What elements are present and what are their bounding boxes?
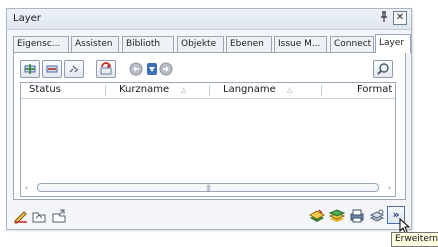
tab-issue-manager[interactable]: Issue M... bbox=[274, 36, 327, 52]
column-divider[interactable] bbox=[321, 85, 322, 96]
tab-objekte[interactable]: Objekte bbox=[177, 36, 224, 52]
tab-ebenen[interactable]: Ebenen bbox=[226, 36, 272, 52]
nav-back-icon bbox=[129, 62, 143, 76]
search-icon bbox=[377, 63, 389, 75]
layer-tab-content: Status Kurzname △ Langname △ Format ‹ ||… bbox=[13, 53, 406, 200]
sort-icon: △ bbox=[287, 86, 293, 94]
pin-icon[interactable] bbox=[379, 11, 389, 26]
refresh-button[interactable] bbox=[96, 60, 116, 78]
nav-forward-icon bbox=[159, 62, 173, 76]
layers-icon[interactable] bbox=[308, 208, 326, 224]
layer-panel: Layer ✕ Eigensc... Assisten Biblioth Obj… bbox=[6, 8, 412, 230]
scroll-right-icon[interactable]: › bbox=[388, 182, 391, 193]
folder-icon[interactable] bbox=[31, 208, 47, 224]
settings-icon[interactable] bbox=[369, 208, 385, 224]
column-divider[interactable] bbox=[209, 85, 210, 96]
link-button[interactable] bbox=[64, 60, 84, 78]
close-button[interactable]: ✕ bbox=[393, 11, 407, 25]
layer-table: Status Kurzname △ Langname △ Format ‹ ||… bbox=[20, 82, 396, 197]
bottom-toolbar: » bbox=[7, 201, 411, 229]
remove-layer-icon bbox=[46, 65, 58, 73]
search-button[interactable] bbox=[373, 60, 393, 78]
scrollbar-thumb[interactable]: ||| bbox=[37, 183, 379, 192]
tab-assistenten[interactable]: Assisten bbox=[71, 36, 119, 52]
tab-connect[interactable]: Connect bbox=[330, 36, 374, 52]
scroll-left-icon[interactable]: ‹ bbox=[25, 182, 28, 193]
grip-icon: ||| bbox=[205, 184, 211, 192]
panel-title: Layer bbox=[13, 13, 41, 24]
tooltip: Erweitern bbox=[391, 232, 438, 247]
tab-bibliothek[interactable]: Biblioth bbox=[122, 36, 174, 52]
panel-titlebar[interactable]: Layer ✕ bbox=[7, 9, 411, 30]
export-icon[interactable] bbox=[51, 208, 67, 224]
forward-button[interactable] bbox=[156, 60, 176, 78]
add-layer-button[interactable] bbox=[20, 60, 40, 78]
column-divider[interactable] bbox=[105, 85, 106, 96]
remove-layer-button[interactable] bbox=[42, 60, 62, 78]
layer-stack-icon[interactable] bbox=[328, 208, 346, 224]
table-header: Status Kurzname △ Langname △ Format bbox=[21, 83, 395, 99]
column-kurzname[interactable]: Kurzname bbox=[119, 84, 169, 95]
print-icon[interactable] bbox=[349, 208, 365, 224]
link-icon bbox=[69, 65, 79, 73]
tab-layer[interactable]: Layer bbox=[375, 34, 411, 53]
pencil-icon[interactable] bbox=[13, 208, 29, 224]
refresh-icon bbox=[100, 62, 112, 75]
tab-eigenschaften[interactable]: Eigensc... bbox=[13, 36, 69, 52]
sort-icon: △ bbox=[181, 86, 187, 94]
column-status[interactable]: Status bbox=[29, 84, 61, 95]
tab-strip: Eigensc... Assisten Biblioth Objekte Ebe… bbox=[13, 34, 411, 53]
close-icon: ✕ bbox=[395, 12, 405, 23]
column-format[interactable]: Format bbox=[357, 84, 392, 95]
horizontal-scrollbar[interactable]: ‹ ||| › bbox=[25, 182, 391, 193]
column-langname[interactable]: Langname bbox=[223, 84, 276, 95]
add-layer-icon bbox=[24, 64, 36, 74]
